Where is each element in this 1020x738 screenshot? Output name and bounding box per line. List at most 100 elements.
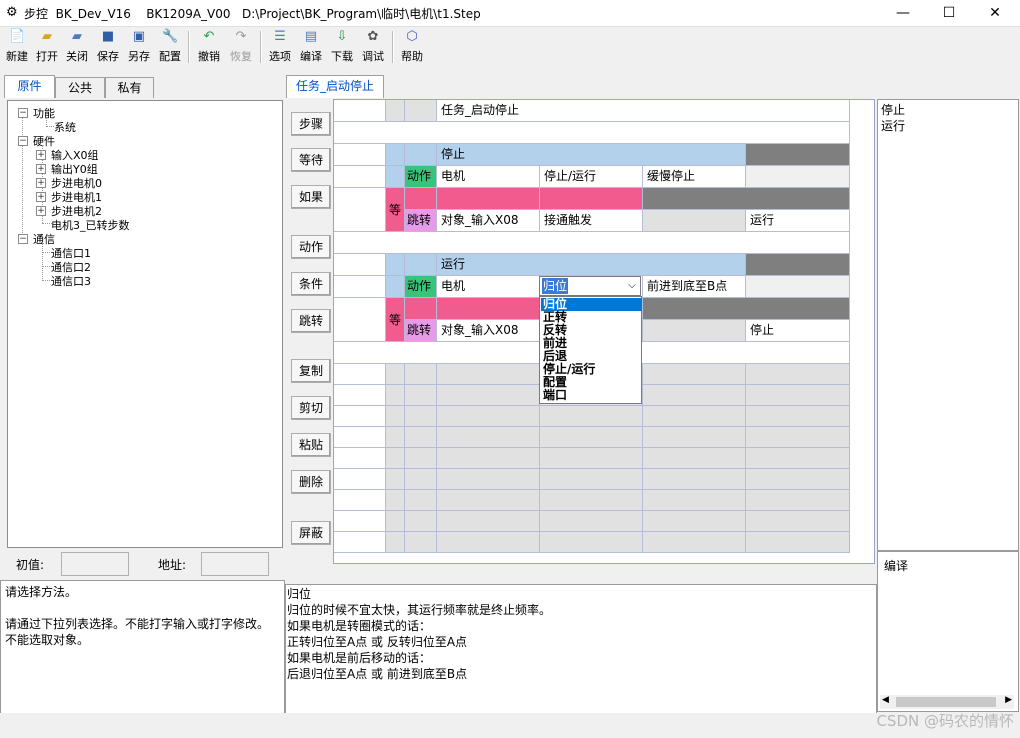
- help-button[interactable]: ⬡ 帮助: [396, 29, 428, 65]
- mode-combobox[interactable]: 归位 ⌵: [539, 276, 641, 296]
- grid-cell[interactable]: [540, 532, 643, 553]
- grid-cell[interactable]: [386, 427, 405, 448]
- grid-cell[interactable]: [386, 254, 405, 276]
- save-as-button[interactable]: ▣ 另存: [123, 29, 155, 65]
- grid-cell[interactable]: [437, 298, 540, 320]
- grid-cell[interactable]: [334, 276, 386, 298]
- jump-button[interactable]: 跳转: [291, 309, 331, 333]
- grid-cell[interactable]: [334, 406, 386, 427]
- scroll-left-icon[interactable]: ◀: [882, 695, 889, 705]
- cut-button[interactable]: 剪切: [291, 396, 331, 420]
- grid-cell[interactable]: [746, 385, 850, 406]
- grid-cell[interactable]: [437, 490, 540, 511]
- wait-tag[interactable]: 等: [386, 188, 405, 232]
- grid-cell[interactable]: [386, 385, 405, 406]
- grid-cell[interactable]: [386, 448, 405, 469]
- step-list-item[interactable]: 停止: [878, 100, 1018, 118]
- action-tag[interactable]: 动作: [405, 276, 437, 298]
- grid-cell[interactable]: [746, 490, 850, 511]
- action-target-cell[interactable]: 电机: [437, 276, 540, 298]
- grid-cell[interactable]: [746, 166, 850, 188]
- grid-cell[interactable]: [437, 532, 540, 553]
- grid-cell[interactable]: [386, 406, 405, 427]
- grid-cell[interactable]: [540, 406, 643, 427]
- address-field[interactable]: [201, 552, 269, 576]
- grid-cell[interactable]: [643, 469, 746, 490]
- grid-cell[interactable]: [334, 122, 850, 144]
- grid-cell[interactable]: [334, 511, 386, 532]
- grid-cell[interactable]: [405, 298, 437, 320]
- grid-cell[interactable]: [437, 427, 540, 448]
- grid-cell[interactable]: [437, 385, 540, 406]
- collapse-icon[interactable]: −: [18, 234, 28, 244]
- collapse-icon[interactable]: −: [18, 136, 28, 146]
- expand-icon[interactable]: +: [36, 150, 46, 160]
- grid-cell[interactable]: [540, 188, 643, 210]
- delete-button[interactable]: 删除: [291, 470, 331, 494]
- grid-cell[interactable]: [405, 427, 437, 448]
- grid-cell[interactable]: [334, 532, 386, 553]
- grid-cell[interactable]: [437, 511, 540, 532]
- minimize-button[interactable]: —: [880, 0, 926, 26]
- copy-button[interactable]: 复制: [291, 359, 331, 383]
- tree-node-system[interactable]: 系统: [54, 119, 76, 135]
- grid-cell[interactable]: [643, 532, 746, 553]
- options-button[interactable]: ☰ 选项: [264, 29, 296, 65]
- grid-cell[interactable]: [540, 427, 643, 448]
- grid-cell[interactable]: [334, 254, 386, 276]
- grid-cell[interactable]: [334, 188, 386, 232]
- compile-button[interactable]: ▤ 编译: [295, 29, 327, 65]
- grid-cell[interactable]: [334, 448, 386, 469]
- grid-cell[interactable]: [405, 406, 437, 427]
- action-target-cell[interactable]: 电机: [437, 166, 540, 188]
- jump-object-cell[interactable]: 对象_输入X08: [437, 210, 540, 232]
- wait-tag[interactable]: 等: [386, 298, 405, 342]
- config-button[interactable]: 🔧 配置: [154, 29, 186, 65]
- grid-cell[interactable]: [334, 298, 386, 342]
- grid-cell[interactable]: [643, 364, 746, 385]
- grid-cell[interactable]: [746, 448, 850, 469]
- grid-cell[interactable]: [334, 490, 386, 511]
- scroll-thumb[interactable]: [896, 697, 996, 707]
- grid-cell[interactable]: [334, 100, 386, 122]
- grid-cell[interactable]: [334, 469, 386, 490]
- grid-cell[interactable]: [643, 490, 746, 511]
- grid-cell[interactable]: [405, 188, 437, 210]
- step-run-header[interactable]: 运行: [437, 254, 746, 276]
- grid-cell[interactable]: [334, 427, 386, 448]
- scroll-right-icon[interactable]: ▶: [1005, 695, 1012, 705]
- mask-button[interactable]: 屏蔽: [291, 521, 331, 545]
- redo-button[interactable]: ↷ 恢复: [225, 29, 257, 65]
- grid-cell[interactable]: [643, 406, 746, 427]
- if-button[interactable]: 如果: [291, 185, 331, 209]
- grid-cell[interactable]: [386, 364, 405, 385]
- grid-cell[interactable]: [643, 511, 746, 532]
- grid-cell[interactable]: [334, 166, 386, 188]
- grid-cell[interactable]: [643, 210, 746, 232]
- grid-cell[interactable]: [437, 406, 540, 427]
- grid-cell[interactable]: [643, 320, 746, 342]
- grid-cell[interactable]: [437, 448, 540, 469]
- close-button[interactable]: ✕: [972, 0, 1018, 26]
- debug-button[interactable]: ✿ 调试: [357, 29, 389, 65]
- grid-cell[interactable]: [386, 469, 405, 490]
- action-param-cell[interactable]: 缓慢停止: [643, 166, 746, 188]
- grid-cell[interactable]: [386, 100, 405, 122]
- grid-cell[interactable]: [540, 490, 643, 511]
- grid-cell[interactable]: [746, 144, 850, 166]
- grid-cell[interactable]: [386, 276, 405, 298]
- grid-cell[interactable]: [405, 532, 437, 553]
- undo-button[interactable]: ↶ 撤销: [193, 29, 225, 65]
- grid-cell[interactable]: [405, 364, 437, 385]
- grid-cell[interactable]: [643, 427, 746, 448]
- grid-cell[interactable]: [334, 364, 386, 385]
- paste-button[interactable]: 粘贴: [291, 433, 331, 457]
- grid-cell[interactable]: [405, 448, 437, 469]
- grid-cell[interactable]: [386, 490, 405, 511]
- step-list-item[interactable]: 运行: [878, 118, 1018, 134]
- save-button[interactable]: ■ 保存: [92, 29, 124, 65]
- action-tag[interactable]: 动作: [405, 166, 437, 188]
- close-file-button[interactable]: ▰ 关闭: [61, 29, 93, 65]
- grid-cell[interactable]: [643, 298, 850, 320]
- open-button[interactable]: ▰ 打开: [31, 29, 63, 65]
